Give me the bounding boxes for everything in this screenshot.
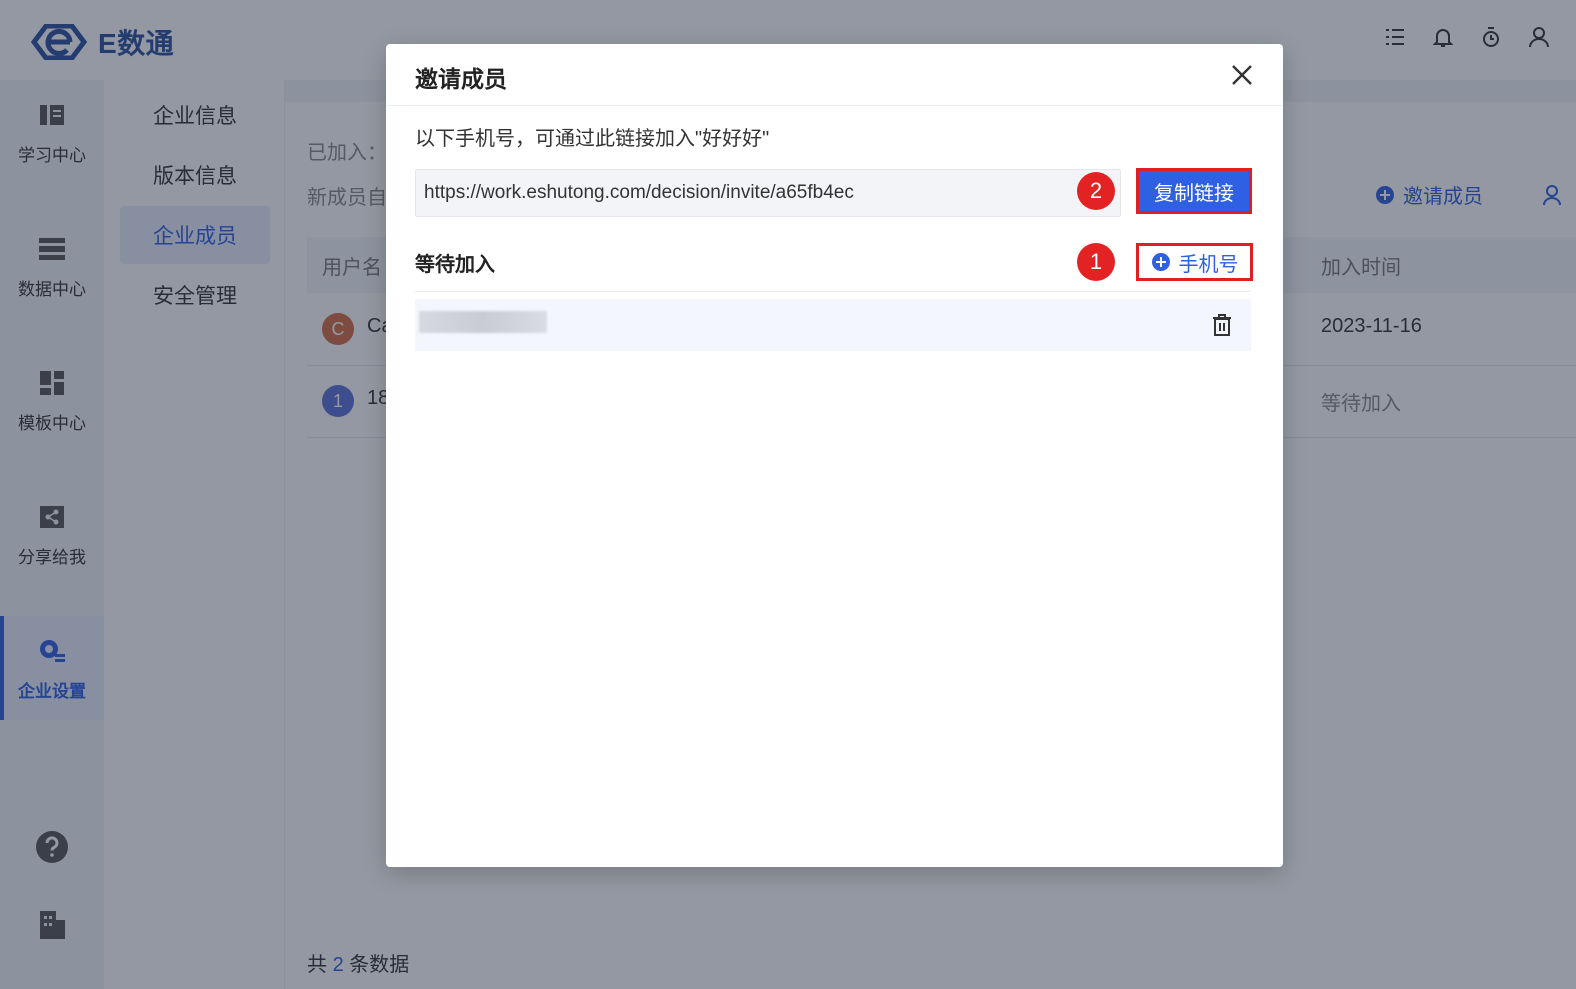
list-item	[415, 299, 1251, 351]
add-phone-label: 手机号	[1178, 253, 1239, 276]
invite-link-text: https://work.eshutong.com/decision/invit…	[424, 182, 854, 203]
copy-link-button[interactable]: 复制链接	[1136, 168, 1252, 214]
invite-member-dialog: 邀请成员 以下手机号，可通过此链接加入"好好好" https://work.es…	[386, 44, 1283, 867]
step-badge-1: 1	[1077, 243, 1115, 281]
section-divider	[415, 291, 1251, 292]
step-badge-2: 2	[1077, 172, 1115, 210]
dialog-title: 邀请成员	[415, 66, 507, 92]
blurred-phone-number	[419, 311, 547, 333]
invite-link-field[interactable]: https://work.eshutong.com/decision/invit…	[415, 169, 1121, 217]
add-phone-button[interactable]: 手机号	[1136, 243, 1253, 281]
plus-circle-icon	[1151, 253, 1170, 271]
invite-description: 以下手机号，可通过此链接加入"好好好"	[415, 128, 770, 150]
dialog-header: 邀请成员	[386, 44, 1283, 106]
pending-section-title: 等待加入	[415, 254, 495, 276]
trash-icon[interactable]	[1211, 313, 1233, 337]
close-icon[interactable]	[1229, 62, 1255, 88]
